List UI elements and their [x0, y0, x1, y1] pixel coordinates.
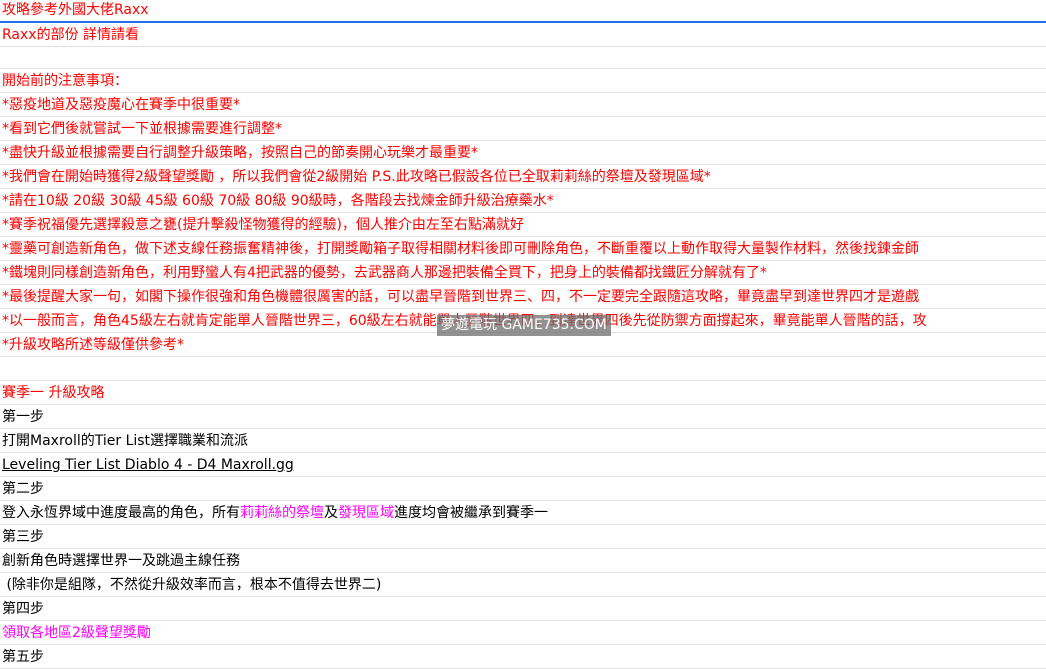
- note-cell[interactable]: *看到它們後就嘗試一下並根據需要進行調整*: [0, 117, 1046, 141]
- link-cell: Leveling Tier List Diablo 4 - D4 Maxroll…: [0, 453, 1046, 477]
- title-cell[interactable]: 攻略參考外國大佬Raxx: [0, 0, 1046, 23]
- step-label[interactable]: 第二步: [0, 477, 1046, 501]
- step2-pre: 登入永恆界域中進度最高的角色，所有: [2, 505, 240, 521]
- note-cell[interactable]: *鐵塊則同樣創造新角色，利用野蠻人有4把武器的優勢，去武器商人那邊把裝備全買下，…: [0, 261, 1046, 285]
- note-cell[interactable]: *惡疫地道及惡疫魔心在賽季中很重要*: [0, 93, 1046, 117]
- step-text[interactable]: 登入永恆界域中進度最高的角色，所有莉莉絲的祭壇及發現區域進度均會被繼承到賽季一: [0, 501, 1046, 525]
- note-cell[interactable]: *靈藥可創造新角色，做下述支線任務振奮精神後，打開獎勵箱子取得相關材料後即可刪除…: [0, 237, 1046, 261]
- highlight-discovered-areas: 發現區域: [338, 505, 394, 521]
- step-label[interactable]: 第一步: [0, 405, 1046, 429]
- note-cell[interactable]: *我們會在開始時獲得2級聲望獎勵 ，所以我們會從2級開始 P.S.此攻略已假設各…: [0, 165, 1046, 189]
- intro-cell[interactable]: Raxx的部份 詳情請看: [0, 23, 1046, 47]
- step-text[interactable]: 領取各地區2級聲望獎勵: [0, 621, 1046, 645]
- step2-mid: 及: [324, 505, 338, 521]
- maxroll-link[interactable]: Leveling Tier List Diablo 4 - D4 Maxroll…: [2, 457, 294, 473]
- step-label[interactable]: 第四步: [0, 597, 1046, 621]
- highlight-lilith-altars: 莉莉絲的祭壇: [240, 505, 324, 521]
- note-cell[interactable]: *升級攻略所述等級僅供參考*: [0, 333, 1046, 357]
- step-label[interactable]: 第三步: [0, 525, 1046, 549]
- step2-post: 進度均會被繼承到賽季一: [394, 505, 548, 521]
- step-note[interactable]: (除非你是組隊，不然從升級效率而言，根本不值得去世界二): [0, 573, 1046, 597]
- watermark: 夢遊電玩 GAME735.COM: [437, 315, 611, 336]
- note-cell[interactable]: *盡快升級並根據需要自行調整升級策略，按照自己的節奏開心玩樂才最重要*: [0, 141, 1046, 165]
- step-text[interactable]: 打開Maxroll的Tier List選擇職業和流派: [0, 429, 1046, 453]
- note-cell[interactable]: *最後提醒大家一句，如閣下操作很強和角色機體很厲害的話，可以盡早晉階到世界三、四…: [0, 285, 1046, 309]
- step-text[interactable]: 創新角色時選擇世界一及跳過主線任務: [0, 549, 1046, 573]
- note-cell[interactable]: *賽季祝福優先選擇殺意之甕(提升擊殺怪物獲得的經驗)，個人推介由左至右點滿就好: [0, 213, 1046, 237]
- note-cell[interactable]: *請在10級 20級 30級 45級 60級 70級 80級 90級時，各階段去…: [0, 189, 1046, 213]
- season-heading[interactable]: 賽季一 升級攻略: [0, 381, 1046, 405]
- empty-cell[interactable]: [0, 357, 1046, 381]
- notes-heading[interactable]: 開始前的注意事項：: [0, 69, 1046, 93]
- empty-cell[interactable]: [0, 47, 1046, 69]
- step-label[interactable]: 第五步: [0, 645, 1046, 669]
